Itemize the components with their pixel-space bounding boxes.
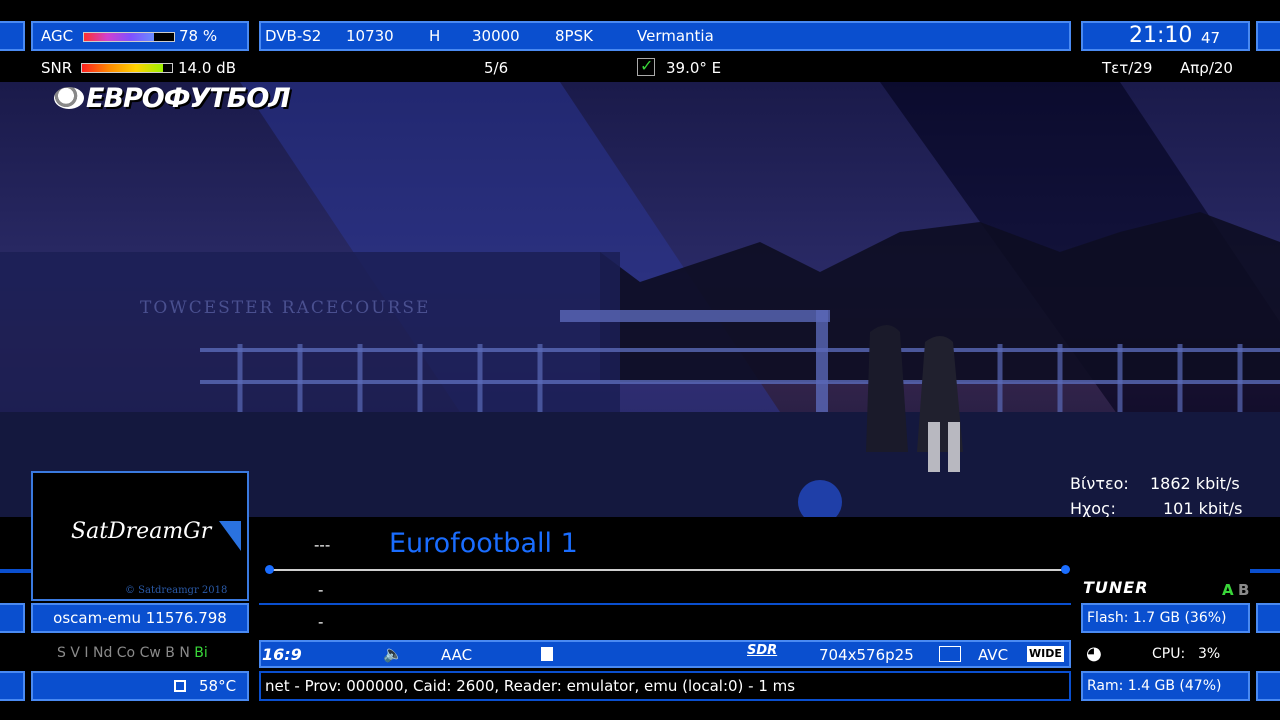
softcam-name: oscam-emu 11576.798 [53, 609, 227, 627]
left-edge-tab-bottom [0, 671, 25, 701]
event-next: - [318, 613, 324, 631]
softcam-panel: oscam-emu 11576.798 [31, 603, 249, 633]
left-edge-tab [0, 21, 25, 51]
ca-system: V [70, 645, 80, 661]
flash-usage: Flash: 1.7 GB (36%) [1087, 610, 1227, 626]
clock-seconds: 47 [1201, 29, 1221, 47]
audio-codec: AAC [441, 646, 473, 664]
video-preview: TOWCESTER RACECOURSE [0, 82, 1280, 517]
speaker-icon: 🔈 [383, 644, 403, 663]
cpu-label: CPU: [1152, 646, 1186, 662]
cpu-value: 3% [1198, 646, 1221, 662]
frequency: 10730 [346, 27, 394, 45]
event-progress-fill [269, 569, 1066, 571]
picon-copyright: © Satdreamgr 2018 [125, 585, 228, 596]
date-month: Απρ/20 [1180, 59, 1233, 77]
ca-system: N [179, 645, 190, 661]
polarization: H [429, 27, 441, 45]
ca-system: I [84, 645, 89, 661]
ca-system: B [165, 645, 175, 661]
transponder-panel: DVB-S2 10730 H 30000 8PSK Vermantia [259, 21, 1071, 51]
gauge-icon: ◕ [1086, 643, 1102, 664]
agc-meter [83, 32, 175, 42]
subtitle-icon [541, 647, 553, 661]
delivery-system: DVB-S2 [265, 27, 322, 45]
ca-system: Cw [139, 645, 161, 661]
modulation: 8PSK [555, 27, 593, 45]
ecm-info: net - Prov: 000000, Caid: 2600, Reader: … [265, 677, 796, 695]
video-resolution: 704x576p25 [819, 646, 914, 664]
right-edge-tab-lower [1256, 603, 1280, 633]
teletext-icon [939, 646, 961, 662]
date-weekday: Τετ/29 [1102, 59, 1153, 77]
event-now: - [318, 581, 324, 599]
audio-bitrate-value: 101 kbit/s [1163, 499, 1243, 518]
wide-badge: WIDE [1027, 646, 1064, 662]
snr-label: SNR [41, 59, 73, 77]
chip-icon [174, 680, 186, 692]
right-edge-tab [1256, 21, 1280, 51]
channel-picon: SatDreamGr © Satdreamgr 2018 [31, 471, 249, 601]
clock-panel: 21:10 47 [1081, 21, 1250, 51]
ca-system: S [57, 645, 66, 661]
picon-logo-shape [219, 521, 241, 551]
left-edge-tab-lower [0, 603, 25, 633]
audio-bitrate-label: Ηχος: [1070, 499, 1116, 518]
snr-value: 14.0 dB [178, 59, 236, 77]
temperature-panel: 58°C [31, 671, 249, 701]
right-edge-line [1250, 569, 1280, 573]
orbital-position: 39.0° E [666, 59, 722, 77]
snr-meter [81, 63, 173, 73]
video-bitrate-label: Βίντεο: [1070, 474, 1129, 493]
picon-name: SatDreamGr [71, 519, 212, 544]
video-bitrate-value: 1862 kbit/s [1150, 474, 1240, 493]
ca-system-active: Bi [194, 645, 208, 661]
fec-rate: 5/6 [484, 59, 509, 77]
ca-system: Co [116, 645, 136, 661]
agc-label: AGC [41, 27, 74, 45]
ca-systems: S V I Nd Co Cw B N Bi [57, 645, 208, 661]
agc-value: 78 % [179, 27, 218, 45]
sdr-badge: SDR [747, 643, 778, 658]
tuner-a: A [1222, 581, 1234, 599]
flash-panel: Flash: 1.7 GB (36%) [1081, 603, 1250, 633]
ram-usage: Ram: 1.4 GB (47%) [1087, 678, 1222, 694]
ram-panel: Ram: 1.4 GB (47%) [1081, 671, 1250, 701]
aspect-ratio: 16:9 [262, 645, 302, 664]
channel-logo: ЕВРОФУТБОЛ [54, 82, 291, 114]
channel-name: Eurofootball 1 [389, 528, 578, 559]
event-progress-bar [269, 569, 1066, 571]
snr-meter-fill [82, 64, 163, 72]
channel-number: --- [314, 536, 331, 554]
stream-info-panel: 16:9 🔈 AAC SDR 704x576p25 AVC WIDE [259, 640, 1071, 668]
agc-panel: AGC 78 % [31, 21, 249, 51]
provider-name: Vermantia [637, 27, 714, 45]
progress-start-dot [265, 565, 274, 574]
video-watermark-text: TOWCESTER RACECOURSE [140, 298, 431, 318]
clock-time: 21:10 [1129, 23, 1193, 48]
football-icon [54, 87, 84, 109]
left-edge-line [0, 569, 31, 573]
ecm-info-panel: net - Prov: 000000, Caid: 2600, Reader: … [259, 671, 1071, 701]
tuner-label: TUNER [1083, 578, 1149, 597]
event-separator [259, 603, 1071, 605]
video-codec: AVC [978, 646, 1009, 664]
symbol-rate: 30000 [472, 27, 520, 45]
checkbox-icon: ✓ [637, 56, 655, 76]
temperature-value: 58°C [199, 677, 237, 695]
ca-system: Nd [92, 645, 113, 661]
progress-end-dot [1061, 565, 1070, 574]
agc-meter-fill [84, 33, 155, 41]
right-edge-tab-bottom [1256, 671, 1280, 701]
tuner-b: B [1238, 581, 1250, 599]
